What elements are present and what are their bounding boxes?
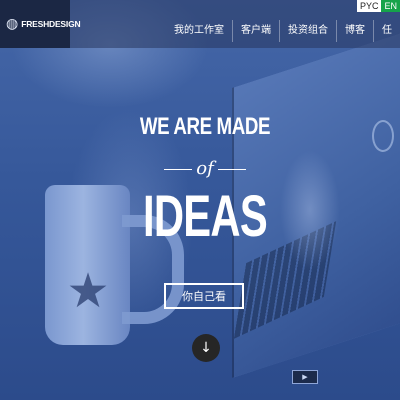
headline-main: IDEAS [142,184,268,249]
language-ru-button[interactable]: PYC [356,0,382,12]
see-for-yourself-button[interactable]: 你自己看 [164,283,244,309]
top-navigation-bar: ◍ FRESHDESIGN PYC EN 我的工作室 客户端 投资组合 博客 任 [0,0,400,48]
nav-item-more[interactable]: 任 [373,20,400,42]
language-en-button[interactable]: EN [381,0,400,12]
divider-right [218,169,246,170]
nav-item-portfolio[interactable]: 投资组合 [279,20,336,42]
language-switcher: PYC EN [356,0,400,12]
play-icon: ▶ [302,373,308,381]
connector-row: of [160,158,250,182]
arrow-down-icon: ↓ [200,340,212,356]
nav-item-clients[interactable]: 客户端 [232,20,279,42]
apple-logo-image [372,120,394,152]
main-nav: 我的工作室 客户端 投资组合 博客 任 [166,20,400,42]
globe-icon: ◍ [6,16,19,32]
headline-top: WE ARE MADE [139,113,271,140]
nav-item-blog[interactable]: 博客 [336,20,373,42]
logo[interactable]: ◍ FRESHDESIGN [0,0,81,48]
nav-item-studio[interactable]: 我的工作室 [166,20,232,42]
scroll-down-button[interactable]: ↓ [192,334,220,362]
logo-text: FRESHDESIGN [21,19,81,29]
video-control-widget[interactable]: ▶ [292,370,318,384]
star-icon: ★ [66,263,110,319]
